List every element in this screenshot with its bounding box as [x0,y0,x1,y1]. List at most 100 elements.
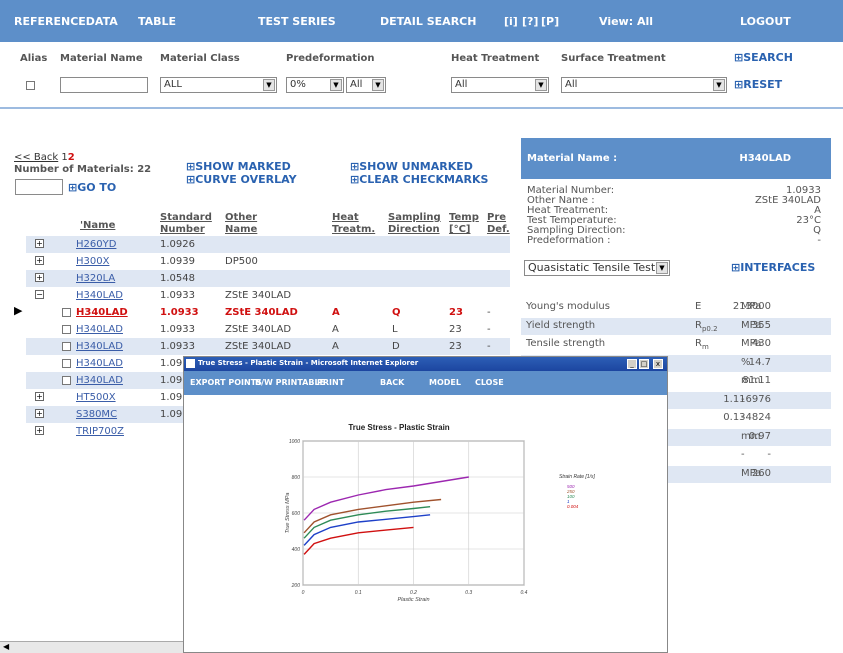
curve-overlay-button[interactable]: ⊞CURVE OVERLAY [186,173,297,186]
export-points-button[interactable]: EXPORT POINTS [190,378,262,387]
goto-button[interactable]: ⊞GO TO [68,181,116,194]
material-name-link[interactable]: H340LAD [76,341,123,352]
col-name-header[interactable]: 'Name [80,220,115,232]
nav-view-all[interactable]: View: All [599,15,653,28]
predeformation-direction-select[interactable]: All ▼ [346,77,386,93]
table-row[interactable]: H340LAD 1.0933 ZStE 340LAD A Q 23 - [26,304,510,321]
row-checkbox[interactable] [62,342,71,351]
col-standard-line2: Number [160,224,205,235]
popup-titlebar[interactable]: True Stress - Plastic Strain - Microsoft… [184,357,667,371]
interfaces-label: INTERFACES [740,261,816,274]
mechanical-row: Young's modulus E 213000 MPa [521,299,831,316]
mech-unit: - [741,449,745,460]
reset-label: RESET [743,78,783,91]
sampling-direction-cell: Q [392,307,401,318]
minimize-icon[interactable]: _ [627,359,637,369]
expand-icon[interactable]: + [35,426,44,435]
mech-unit: MPa [741,338,762,349]
close-window-icon[interactable]: x [653,359,663,369]
nav-info[interactable]: [i] [504,15,518,28]
material-name-link[interactable]: H340LAD [76,375,123,386]
material-name-link[interactable]: S380MC [76,409,117,420]
material-name-link[interactable]: H340LAD [76,307,128,318]
back-link[interactable]: << Back [14,152,58,163]
material-name-link[interactable]: H260YD [76,239,116,250]
show-marked-icon: ⊞ [186,160,196,173]
other-name-cell: ZStE 340LAD [225,307,298,318]
search-button[interactable]: ⊞SEARCH [734,51,793,64]
print-button[interactable]: PRINT [317,378,344,387]
material-name-link[interactable]: H340LAD [76,358,123,369]
row-checkbox[interactable] [62,308,71,317]
material-name-link[interactable]: TRIP700Z [76,426,124,437]
bw-printable-button[interactable]: B/W PRINTABLE [255,378,325,387]
mech-symbol-main: E [695,301,702,312]
nav-detail-search[interactable]: DETAIL SEARCH [380,15,476,28]
material-class-select[interactable]: ALL ▼ [160,77,277,93]
mech-unit: - [741,412,745,423]
goto-label: GO TO [77,181,117,194]
expand-icon[interactable]: + [35,256,44,265]
material-name-input[interactable] [60,77,148,93]
col-standard-number-header[interactable]: Standard Number [160,212,212,236]
reset-button[interactable]: ⊞RESET [734,78,782,91]
mech-value: 0.134824 [723,412,771,423]
material-name-link[interactable]: H300X [76,256,109,267]
expand-icon[interactable]: + [35,409,44,418]
standard-number-cell: 1.09 [160,358,183,369]
table-row[interactable]: + H300X 1.0939 DP500 [26,253,510,270]
table-row[interactable]: − H340LAD 1.0933 ZStE 340LAD [26,287,510,304]
back-button[interactable]: BACK [380,378,404,387]
predeformation-value: 0% [290,79,306,90]
interfaces-button[interactable]: ⊞INTERFACES [731,261,815,274]
col-temperature-header[interactable]: Temp [°C] [449,212,479,236]
y-tick-label: 200 [291,583,301,589]
expand-icon[interactable]: + [35,392,44,401]
material-name-link[interactable]: HT500X [76,392,116,403]
col-other-name-header[interactable]: Other Name [225,212,257,236]
test-type-select[interactable]: Quasistatic Tensile Test ▼ [524,260,670,276]
collapse-icon[interactable]: − [35,290,44,299]
nav-test-series[interactable]: TEST SERIES [258,15,336,28]
alias-checkbox[interactable] [26,81,35,90]
material-name-link[interactable]: H340LAD [76,290,123,301]
col-sampling-direction-header[interactable]: Sampling Direction [388,212,441,236]
heat-treatment-select[interactable]: All ▼ [451,77,549,93]
clear-checkmarks-button[interactable]: ⊞CLEAR CHECKMARKS [350,173,488,186]
material-name-link[interactable]: H320LA [76,273,115,284]
table-row[interactable]: H340LAD 1.0933 ZStE 340LAD A L 23 - [26,321,510,338]
table-row[interactable]: + H320LA 1.0548 [26,270,510,287]
show-unmarked-button[interactable]: ⊞SHOW UNMARKED [350,160,473,173]
legend-entry-0.004: 0.004 [567,504,579,509]
nav-logout[interactable]: LOGOUT [740,15,791,28]
horizontal-scrollbar[interactable]: ◀ [0,641,183,653]
material-name-link[interactable]: H340LAD [76,324,123,335]
page-2-current[interactable]: 2 [68,152,75,163]
row-checkbox[interactable] [62,359,71,368]
expand-icon[interactable]: + [35,273,44,282]
mech-symbol-sub: m [701,343,709,351]
table-row[interactable]: H340LAD 1.0933 ZStE 340LAD A D 23 - [26,338,510,355]
expand-icon[interactable]: + [35,239,44,248]
temperature-cell: 23 [449,324,462,335]
goto-page-input[interactable] [15,179,63,195]
nav-help[interactable]: [?] [522,15,538,28]
nav-referencedata[interactable]: REFERENCEDATA [14,15,118,28]
table-row[interactable]: + H260YD 1.0926 [26,236,510,253]
reset-icon: ⊞ [734,78,744,91]
nav-table[interactable]: TABLE [138,15,176,28]
mech-symbol-main: R [695,319,702,331]
col-heat-treatment-header[interactable]: Heat Treatm. [332,212,375,236]
col-predeformation-header[interactable]: Pre Def. [487,212,510,236]
predeformation-select[interactable]: 0% ▼ [286,77,344,93]
surface-treatment-select[interactable]: All ▼ [561,77,727,93]
row-checkbox[interactable] [62,376,71,385]
label-predeformation: Predeformation [286,53,375,64]
model-button[interactable]: MODEL [429,378,461,387]
show-marked-button[interactable]: ⊞SHOW MARKED [186,160,291,173]
row-checkbox[interactable] [62,325,71,334]
clear-checkmarks-label: CLEAR CHECKMARKS [359,173,489,186]
maximize-icon[interactable]: □ [639,359,649,369]
nav-print[interactable]: [P] [541,15,559,28]
close-button[interactable]: CLOSE [475,378,504,387]
